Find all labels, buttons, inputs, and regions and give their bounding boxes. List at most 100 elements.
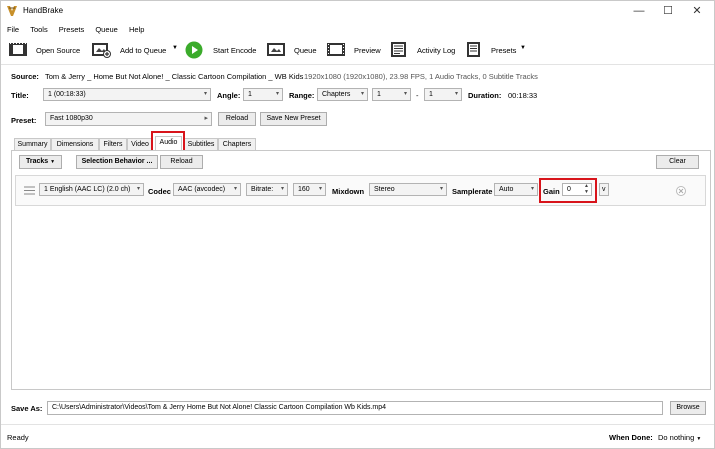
title-select-value: 1 (00:18:33) (48, 91, 86, 98)
chevron-down-icon: ▾ (203, 91, 207, 97)
browse-button[interactable]: Browse (670, 401, 706, 415)
menu-queue[interactable]: Queue (95, 25, 118, 34)
range-label: Range: (289, 91, 315, 100)
chevron-down-icon: ▾ (454, 91, 458, 97)
maximize-button[interactable]: ☐ (657, 3, 679, 19)
save-as-label: Save As: (11, 404, 43, 413)
bitrate-select[interactable]: 160 ▾ (293, 183, 326, 196)
when-done-label: When Done: (609, 433, 653, 442)
chevron-down-icon: ▾ (360, 91, 364, 97)
codec-value: AAC (avcodec) (178, 186, 226, 193)
presets-dropdown-icon[interactable]: ▼ (520, 45, 526, 51)
codec-select[interactable]: AAC (avcodec) ▾ (173, 183, 241, 196)
range-end-select[interactable]: 1 ▾ (424, 88, 462, 101)
save-new-preset-button[interactable]: Save New Preset (260, 112, 327, 126)
codec-label: Codec (148, 187, 171, 196)
tab-subtitles[interactable]: Subtitles (184, 138, 218, 150)
tab-filters[interactable]: Filters (99, 138, 127, 150)
duration-value: 00:18:33 (508, 91, 538, 100)
tab-dimensions[interactable]: Dimensions (51, 138, 99, 150)
range-end-value: 1 (429, 91, 433, 98)
source-name: Tom & Jerry _ Home But Not Alone! _ Clas… (45, 72, 304, 81)
status-text: Ready (7, 433, 29, 442)
audio-source-select[interactable]: 1 English (AAC LC) (2.0 ch) ▾ (39, 183, 144, 196)
preset-select[interactable]: Fast 1080p30 ▸ (45, 112, 212, 126)
open-source-button[interactable]: Open Source (36, 46, 80, 55)
menu-tools[interactable]: Tools (30, 25, 48, 34)
add-to-queue-button[interactable]: Add to Queue (120, 46, 166, 55)
chevron-right-icon: ▸ (204, 115, 208, 122)
range-type-select[interactable]: Chapters ▾ (317, 88, 368, 101)
activity-log-button[interactable]: Activity Log (417, 46, 455, 55)
range-type-value: Chapters (322, 91, 351, 98)
start-encode-button[interactable]: Start Encode (213, 46, 256, 55)
duration-label: Duration: (468, 91, 502, 100)
handbrake-logo-icon (7, 6, 17, 16)
menu-file[interactable]: File (7, 25, 19, 34)
clear-button[interactable]: Clear (656, 155, 699, 169)
menu-help[interactable]: Help (129, 25, 144, 34)
bitrate-mode-select[interactable]: Bitrate: ▾ (246, 183, 288, 196)
samplerate-label: Samplerate (452, 187, 493, 196)
angle-label: Angle: (217, 91, 241, 100)
angle-select[interactable]: 1 ▾ (243, 88, 283, 101)
audio-reload-button[interactable]: Reload (160, 155, 203, 169)
range-start-value: 1 (377, 91, 381, 98)
title-label: Title: (11, 91, 29, 100)
source-label: Source: (11, 72, 39, 81)
close-button[interactable]: ✕ (686, 3, 708, 19)
activity-log-icon[interactable] (389, 40, 409, 59)
tab-summary[interactable]: Summary (14, 138, 51, 150)
chevron-down-icon: ▾ (530, 186, 534, 192)
tab-chapters[interactable]: Chapters (218, 138, 256, 150)
presets-icon[interactable] (464, 40, 484, 59)
remove-track-icon[interactable] (676, 186, 686, 196)
toolbar-divider (1, 64, 714, 65)
chevron-down-icon: ▾ (280, 186, 284, 192)
chevron-down-icon: ▼ (696, 436, 702, 442)
menu-presets[interactable]: Presets (59, 25, 84, 34)
chevron-down-icon: ▾ (403, 91, 407, 97)
track-expand-button[interactable]: v (599, 183, 609, 196)
chevron-down-icon: ▾ (233, 186, 237, 192)
audio-source-value: 1 English (AAC LC) (2.0 ch) (44, 186, 131, 193)
mixdown-select[interactable]: Stereo ▾ (369, 183, 447, 196)
selection-behavior-button[interactable]: Selection Behavior ... (76, 155, 158, 169)
preview-icon[interactable] (326, 40, 346, 59)
tracks-button-label: Tracks (25, 158, 49, 165)
bitrate-value: 160 (298, 186, 310, 193)
chevron-down-icon: ▾ (318, 186, 322, 192)
mixdown-label: Mixdown (332, 187, 365, 196)
start-encode-icon[interactable] (185, 41, 203, 59)
title-select[interactable]: 1 (00:18:33) ▾ (43, 88, 211, 101)
title-bar (1, 1, 714, 23)
preset-label: Preset: (11, 116, 37, 125)
chevron-down-icon: ▾ (136, 186, 140, 192)
save-as-path-field[interactable]: C:\Users\Administrator\Videos\Tom & Jerr… (47, 401, 663, 415)
chevron-down-icon: ▼ (50, 159, 56, 165)
range-dash: - (416, 91, 419, 100)
gain-highlight (539, 178, 597, 203)
queue-icon[interactable] (266, 40, 286, 59)
status-divider (1, 424, 714, 425)
minimize-button[interactable]: — (628, 3, 650, 19)
preset-reload-button[interactable]: Reload (218, 112, 256, 126)
samplerate-select[interactable]: Auto ▾ (494, 183, 538, 196)
source-info: 1920x1080 (1920x1080), 23.98 FPS, 1 Audi… (304, 72, 538, 81)
tracks-button[interactable]: Tracks ▼ (19, 155, 62, 169)
bitrate-mode-value: Bitrate: (251, 186, 274, 193)
menu-bar: File Tools Presets Queue Help (7, 25, 153, 39)
when-done-select[interactable]: Do nothing ▼ (658, 433, 701, 442)
add-to-queue-dropdown-icon[interactable]: ▼ (172, 45, 178, 51)
range-start-select[interactable]: 1 ▾ (372, 88, 411, 101)
add-to-queue-icon[interactable] (91, 40, 111, 59)
drag-handle-icon[interactable] (24, 186, 35, 195)
tab-video[interactable]: Video (127, 138, 153, 150)
angle-select-value: 1 (248, 91, 252, 98)
presets-button[interactable]: Presets (491, 46, 516, 55)
preview-button[interactable]: Preview (354, 46, 381, 55)
preset-select-value: Fast 1080p30 (50, 115, 93, 122)
chevron-down-icon: ▾ (439, 186, 443, 192)
queue-button[interactable]: Queue (294, 46, 317, 55)
open-source-icon[interactable] (8, 40, 28, 59)
